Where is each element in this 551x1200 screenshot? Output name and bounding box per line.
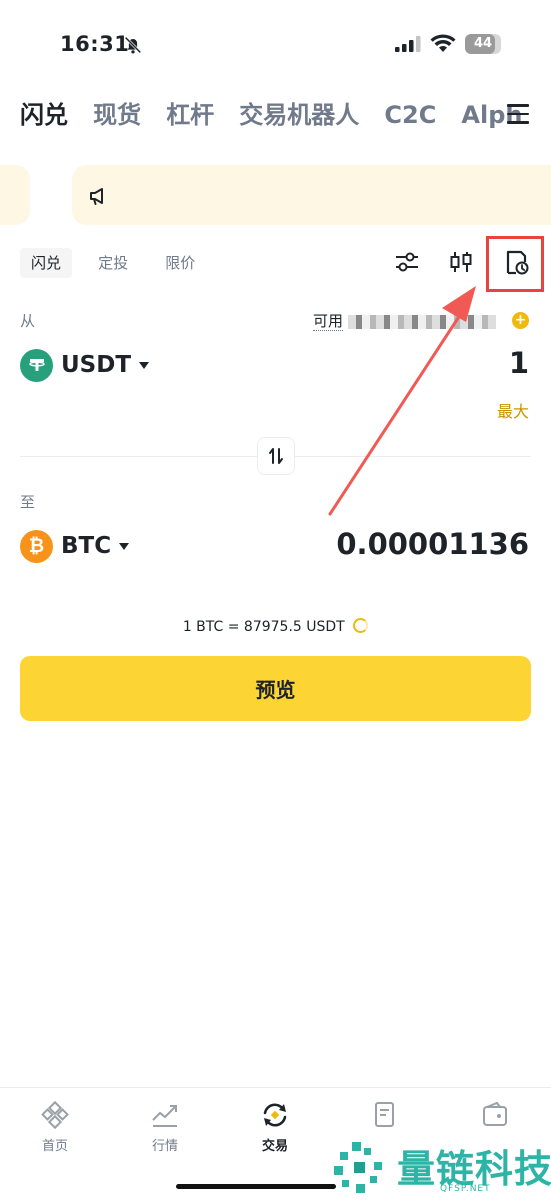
watermark: 量链科技 QFSP.NET (330, 1138, 551, 1200)
banner-left-card[interactable] (0, 165, 30, 225)
usdt-coin-icon (20, 348, 53, 382)
to-coin-selector[interactable]: ₿ BTC (20, 529, 130, 563)
megaphone-icon (90, 188, 103, 205)
to-amount-value: 0.00001136 (336, 527, 529, 561)
wallet-icon (483, 1101, 507, 1126)
nav-trade[interactable]: 交易 (230, 1100, 320, 1154)
tab-spot[interactable]: 现货 (93, 95, 141, 135)
settings-sliders-button[interactable] (391, 246, 423, 278)
mode-tab-convert[interactable]: 闪兑 (20, 248, 73, 278)
status-bar: 16:31 44 (0, 0, 551, 90)
announcement-banner[interactable] (72, 165, 551, 225)
to-coin-name: BTC (61, 533, 112, 559)
cellular-signal-icon (395, 36, 421, 52)
add-funds-icon[interactable]: + (512, 312, 529, 329)
mode-tabs: 闪兑 定投 限价 (20, 248, 216, 278)
to-label: 至 (20, 493, 36, 511)
tab-margin[interactable]: 杠杆 (166, 95, 214, 135)
exchange-rate-text: 1 BTC = 87975.5 USDT (182, 619, 345, 635)
annotation-highlight-box (486, 236, 544, 292)
btc-coin-icon: ₿ (20, 529, 53, 563)
from-coin-selector[interactable]: USDT (20, 348, 150, 382)
wifi-icon (430, 34, 456, 52)
market-chart-icon (152, 1105, 177, 1127)
mode-tab-recurring[interactable]: 定投 (87, 248, 139, 278)
nav-futures[interactable] (340, 1100, 430, 1130)
loading-spinner-icon (353, 618, 369, 633)
available-balance: 可用 (313, 310, 496, 331)
tab-c2c[interactable]: C2C (384, 95, 436, 135)
watermark-subtext: QFSP.NET (440, 1184, 491, 1194)
chevron-down-icon (119, 542, 130, 550)
from-amount-input[interactable]: 1 (509, 346, 529, 380)
nav-home-label: 首页 (41, 1139, 68, 1154)
exchange-rate: 1 BTC = 87975.5 USDT (0, 618, 551, 635)
battery-indicator: 44 (465, 34, 501, 54)
tab-convert[interactable]: 闪兑 (20, 95, 68, 135)
home-indicator (176, 1184, 336, 1189)
nav-home[interactable]: 首页 (10, 1100, 100, 1154)
sliders-icon (396, 252, 418, 272)
nav-assets[interactable] (450, 1100, 540, 1130)
battery-level: 44 (473, 36, 493, 51)
available-balance-redacted (347, 314, 496, 329)
top-tabs: 闪兑 现货 杠杆 交易机器人 C2C Alph (20, 95, 531, 135)
from-coin-name: USDT (61, 352, 132, 378)
from-label: 从 (20, 312, 36, 330)
trade-exchange-icon (263, 1103, 287, 1127)
swap-direction-button[interactable] (257, 437, 295, 475)
max-button[interactable]: 最大 (497, 398, 529, 422)
futures-document-icon (375, 1102, 394, 1127)
tab-trading-bots[interactable]: 交易机器人 (239, 95, 359, 135)
status-time: 16:31 (60, 32, 130, 56)
available-label: 可用 (313, 312, 344, 331)
hamburger-menu-icon[interactable] (507, 104, 529, 124)
candlestick-chart-button[interactable] (445, 246, 477, 278)
home-diamond-icon (41, 1100, 69, 1130)
watermark-logo-icon (334, 1142, 382, 1193)
mode-tab-limit[interactable]: 限价 (154, 248, 206, 278)
bell-muted-icon (124, 36, 142, 54)
swap-arrows-icon (269, 448, 283, 464)
nav-trade-label: 交易 (261, 1139, 288, 1154)
nav-markets-label: 行情 (151, 1139, 178, 1154)
preview-button[interactable]: 预览 (20, 656, 531, 721)
candlestick-icon (450, 252, 472, 272)
chevron-down-icon (139, 361, 150, 369)
nav-markets[interactable]: 行情 (120, 1100, 210, 1154)
